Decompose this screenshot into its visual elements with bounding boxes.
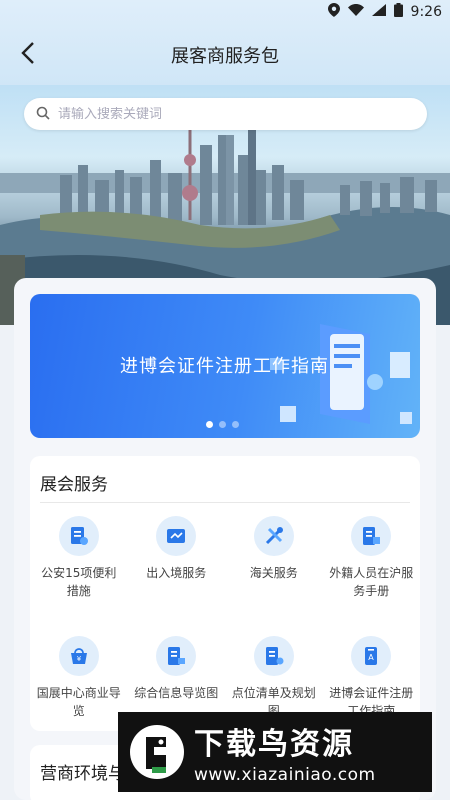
search-icon — [36, 105, 50, 124]
app-header: 展客商服务包 — [0, 32, 450, 76]
search-input[interactable] — [58, 106, 358, 122]
svg-text:A: A — [369, 653, 375, 662]
wifi-icon — [347, 4, 364, 20]
service-label: 出入境服务 — [146, 566, 207, 580]
info-map-icon — [156, 636, 197, 676]
page-title: 展客商服务包 — [171, 46, 279, 67]
service-exit-entry[interactable]: 出入境服务 — [128, 516, 226, 626]
search-bar[interactable] — [24, 98, 427, 130]
service-customs[interactable]: 海关服务 — [225, 516, 323, 626]
customs-tools-icon — [253, 516, 294, 556]
shopping-basket-icon: ¥ — [58, 636, 99, 676]
exit-entry-icon — [156, 516, 197, 556]
carousel-dots[interactable] — [206, 421, 239, 428]
service-police[interactable]: 公安15项便利措施 — [30, 516, 128, 626]
foreigner-manual-icon — [351, 516, 392, 556]
top-bar: 9:26 展客商服务包 — [0, 0, 450, 90]
carousel-dot[interactable] — [232, 421, 239, 428]
badge-icon: A — [351, 636, 392, 676]
status-time: 9:26 — [410, 4, 442, 20]
police-doc-icon — [58, 516, 99, 556]
location-list-icon — [253, 636, 294, 676]
service-label: 外籍人员在沪服务手册 — [329, 566, 414, 598]
service-shopping-guide[interactable]: ¥ 国展中心商业导览 — [30, 636, 128, 746]
banner-carousel[interactable]: 进博会证件注册工作指南 — [30, 294, 420, 438]
service-label: 国展中心商业导览 — [36, 686, 121, 718]
divider — [40, 502, 410, 503]
signal-icon — [371, 4, 386, 20]
watermark-url: www.xiazainiao.com — [194, 765, 376, 785]
status-bar: 9:26 — [0, 0, 450, 24]
watermark: 下载鸟资源 www.xiazainiao.com — [118, 712, 432, 792]
service-foreigner-manual[interactable]: 外籍人员在沪服务手册 — [323, 516, 421, 626]
svg-text:¥: ¥ — [77, 655, 82, 663]
location-icon — [327, 3, 340, 21]
service-label: 综合信息导览图 — [134, 686, 219, 700]
banner-text: 进博会证件注册工作指南 — [120, 356, 329, 377]
service-label: 海关服务 — [249, 566, 298, 580]
bird-logo-icon — [130, 725, 184, 779]
service-label: 公安15项便利措施 — [41, 566, 117, 598]
battery-icon — [393, 3, 403, 21]
exhibition-services-panel: 展会服务 公安15项便利措施 出入境服务 海关服务 外籍人员在沪服务手册 ¥ 国… — [30, 456, 420, 731]
watermark-brand: 下载鸟资源 — [194, 727, 354, 762]
section-title: 营商环境与 — [40, 764, 125, 784]
section-title: 展会服务 — [40, 475, 108, 495]
carousel-dot[interactable] — [206, 421, 213, 428]
carousel-dot[interactable] — [219, 421, 226, 428]
